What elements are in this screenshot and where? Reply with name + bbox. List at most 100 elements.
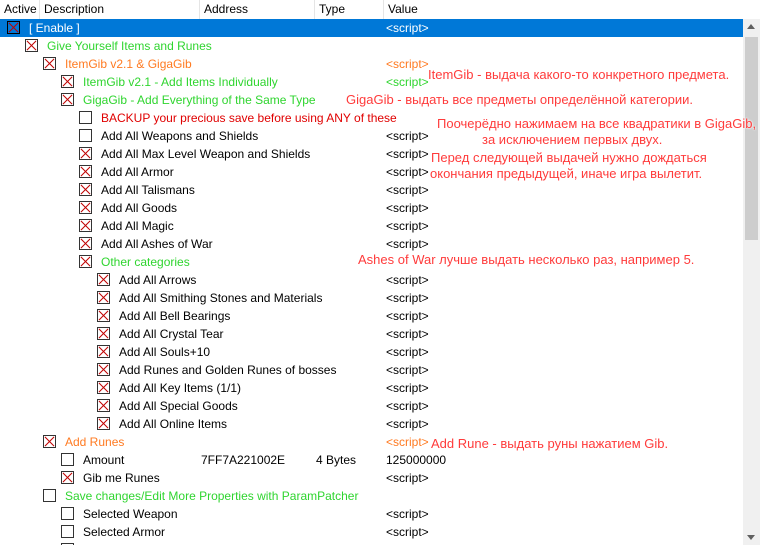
- activate-checkbox[interactable]: [97, 327, 110, 340]
- activate-checkbox[interactable]: [97, 417, 110, 430]
- row-description: Add Runes and Golden Runes of bosses: [119, 363, 337, 377]
- activate-checkbox[interactable]: [79, 147, 92, 160]
- row-value[interactable]: <script>: [386, 379, 429, 397]
- row-value[interactable]: <script>: [386, 235, 429, 253]
- annotation-runes: Add Rune - выдать руны нажатием Gib.: [431, 436, 669, 451]
- scroll-down-arrow-icon[interactable]: [747, 535, 755, 540]
- activate-checkbox[interactable]: [61, 507, 74, 520]
- row-description: Give Yourself Items and Runes: [47, 39, 212, 53]
- table-row[interactable]: Selected Armor <script>: [0, 523, 743, 541]
- annotation-itemgib: ItemGib - выдача какого-то конкретного п…: [428, 67, 730, 82]
- col-header-active[interactable]: Active: [0, 0, 40, 19]
- activate-checkbox[interactable]: [61, 525, 74, 538]
- table-row[interactable]: Add All Online Items <script>: [0, 415, 743, 433]
- row-value[interactable]: <script>: [386, 73, 429, 91]
- activate-checkbox[interactable]: [43, 435, 56, 448]
- annotation-ashes: Ashes of War лучше выдать несколько раз,…: [358, 252, 695, 267]
- row-value[interactable]: <script>: [386, 469, 429, 487]
- activate-checkbox[interactable]: [97, 309, 110, 322]
- table-row[interactable]: Amount 7FF7A221002E 4 Bytes 125000000: [0, 451, 743, 469]
- table-row[interactable]: Add All Souls+10 <script>: [0, 343, 743, 361]
- activate-checkbox[interactable]: [97, 291, 110, 304]
- table-row[interactable]: Add All Key Items (1/1) <script>: [0, 379, 743, 397]
- row-description: Add All Armor: [101, 165, 174, 179]
- scroll-up-arrow-icon[interactable]: [747, 24, 755, 29]
- row-value[interactable]: <script>: [386, 55, 429, 73]
- activate-checkbox[interactable]: [79, 219, 92, 232]
- row-value[interactable]: <script>: [386, 307, 429, 325]
- activate-checkbox[interactable]: [61, 93, 74, 106]
- activate-checkbox[interactable]: [79, 111, 92, 124]
- table-row[interactable]: Selected Weapon <script>: [0, 505, 743, 523]
- table-row[interactable]: Add All Magic <script>: [0, 217, 743, 235]
- annotation-crash: окончания предыдущей, иначе игра вылетит…: [430, 166, 703, 181]
- row-value[interactable]: <script>: [386, 145, 429, 163]
- table-row[interactable]: Add All Talismans <script>: [0, 181, 743, 199]
- row-description: Amount: [83, 453, 125, 467]
- table-row[interactable]: [ Enable ] <script>: [0, 19, 743, 37]
- row-value[interactable]: <script>: [386, 397, 429, 415]
- row-description: Add All Goods: [101, 201, 178, 215]
- table-row[interactable]: Gib me Runes <script>: [0, 469, 743, 487]
- activate-checkbox[interactable]: [97, 273, 110, 286]
- activate-checkbox[interactable]: [79, 165, 92, 178]
- activate-checkbox[interactable]: [97, 381, 110, 394]
- row-value[interactable]: <script>: [386, 361, 429, 379]
- row-description: Save changes/Edit More Properties with P…: [65, 489, 359, 503]
- table-row[interactable]: Add All Ashes of War <script>: [0, 235, 743, 253]
- row-description: Add Runes: [65, 435, 125, 449]
- table-row[interactable]: Add All Crystal Tear <script>: [0, 325, 743, 343]
- row-description: Add All Ashes of War: [101, 237, 213, 251]
- scroll-thumb[interactable]: [745, 37, 758, 240]
- activate-checkbox[interactable]: [79, 255, 92, 268]
- row-description: Add All Smithing Stones and Materials: [119, 291, 323, 305]
- row-value[interactable]: <script>: [386, 181, 429, 199]
- activate-checkbox[interactable]: [25, 39, 38, 52]
- row-value[interactable]: <script>: [386, 325, 429, 343]
- row-value[interactable]: <script>: [386, 163, 429, 181]
- col-header-description[interactable]: Description: [40, 0, 200, 19]
- activate-checkbox[interactable]: [79, 201, 92, 214]
- table-row[interactable]: Save changes/Edit More Properties with P…: [0, 487, 743, 505]
- row-value[interactable]: <script>: [386, 127, 429, 145]
- row-value[interactable]: <script>: [386, 523, 429, 541]
- table-row[interactable]: Add All Smithing Stones and Materials <sc…: [0, 289, 743, 307]
- row-description: Add All Max Level Weapon and Shields: [101, 147, 311, 161]
- row-value[interactable]: <script>: [386, 343, 429, 361]
- row-description: BACKUP your precious save before using A…: [101, 111, 397, 125]
- col-header-type[interactable]: Type: [315, 0, 384, 19]
- activate-checkbox[interactable]: [7, 21, 20, 34]
- table-row[interactable]: Add All Bell Bearings <script>: [0, 307, 743, 325]
- row-value[interactable]: <script>: [386, 505, 429, 523]
- row-value[interactable]: 125000000: [386, 451, 446, 469]
- row-value[interactable]: <script>: [386, 199, 429, 217]
- row-value[interactable]: <script>: [386, 415, 429, 433]
- row-value[interactable]: <script>: [386, 19, 429, 37]
- vertical-scrollbar[interactable]: [743, 19, 760, 545]
- col-header-value[interactable]: Value: [384, 0, 760, 19]
- activate-checkbox[interactable]: [61, 471, 74, 484]
- activate-checkbox[interactable]: [61, 75, 74, 88]
- activate-checkbox[interactable]: [61, 453, 74, 466]
- col-header-address[interactable]: Address: [200, 0, 315, 19]
- annotation-gigagib: GigaGib - выдать все предметы определённ…: [346, 92, 694, 107]
- table-row[interactable]: [0, 541, 743, 545]
- activate-checkbox[interactable]: [97, 345, 110, 358]
- activate-checkbox[interactable]: [43, 57, 56, 70]
- row-value[interactable]: <script>: [386, 271, 429, 289]
- activate-checkbox[interactable]: [97, 399, 110, 412]
- activate-checkbox[interactable]: [79, 237, 92, 250]
- table-row[interactable]: Add All Arrows <script>: [0, 271, 743, 289]
- table-row[interactable]: Add Runes and Golden Runes of bosses <scr…: [0, 361, 743, 379]
- row-value[interactable]: <script>: [386, 289, 429, 307]
- table-row[interactable]: Add All Goods <script>: [0, 199, 743, 217]
- activate-checkbox[interactable]: [43, 489, 56, 502]
- row-description: Add All Magic: [101, 219, 174, 233]
- table-row[interactable]: Give Yourself Items and Runes: [0, 37, 743, 55]
- activate-checkbox[interactable]: [79, 129, 92, 142]
- activate-checkbox[interactable]: [97, 363, 110, 376]
- table-row[interactable]: Add All Special Goods <script>: [0, 397, 743, 415]
- row-value[interactable]: <script>: [386, 433, 429, 451]
- activate-checkbox[interactable]: [79, 183, 92, 196]
- row-value[interactable]: <script>: [386, 217, 429, 235]
